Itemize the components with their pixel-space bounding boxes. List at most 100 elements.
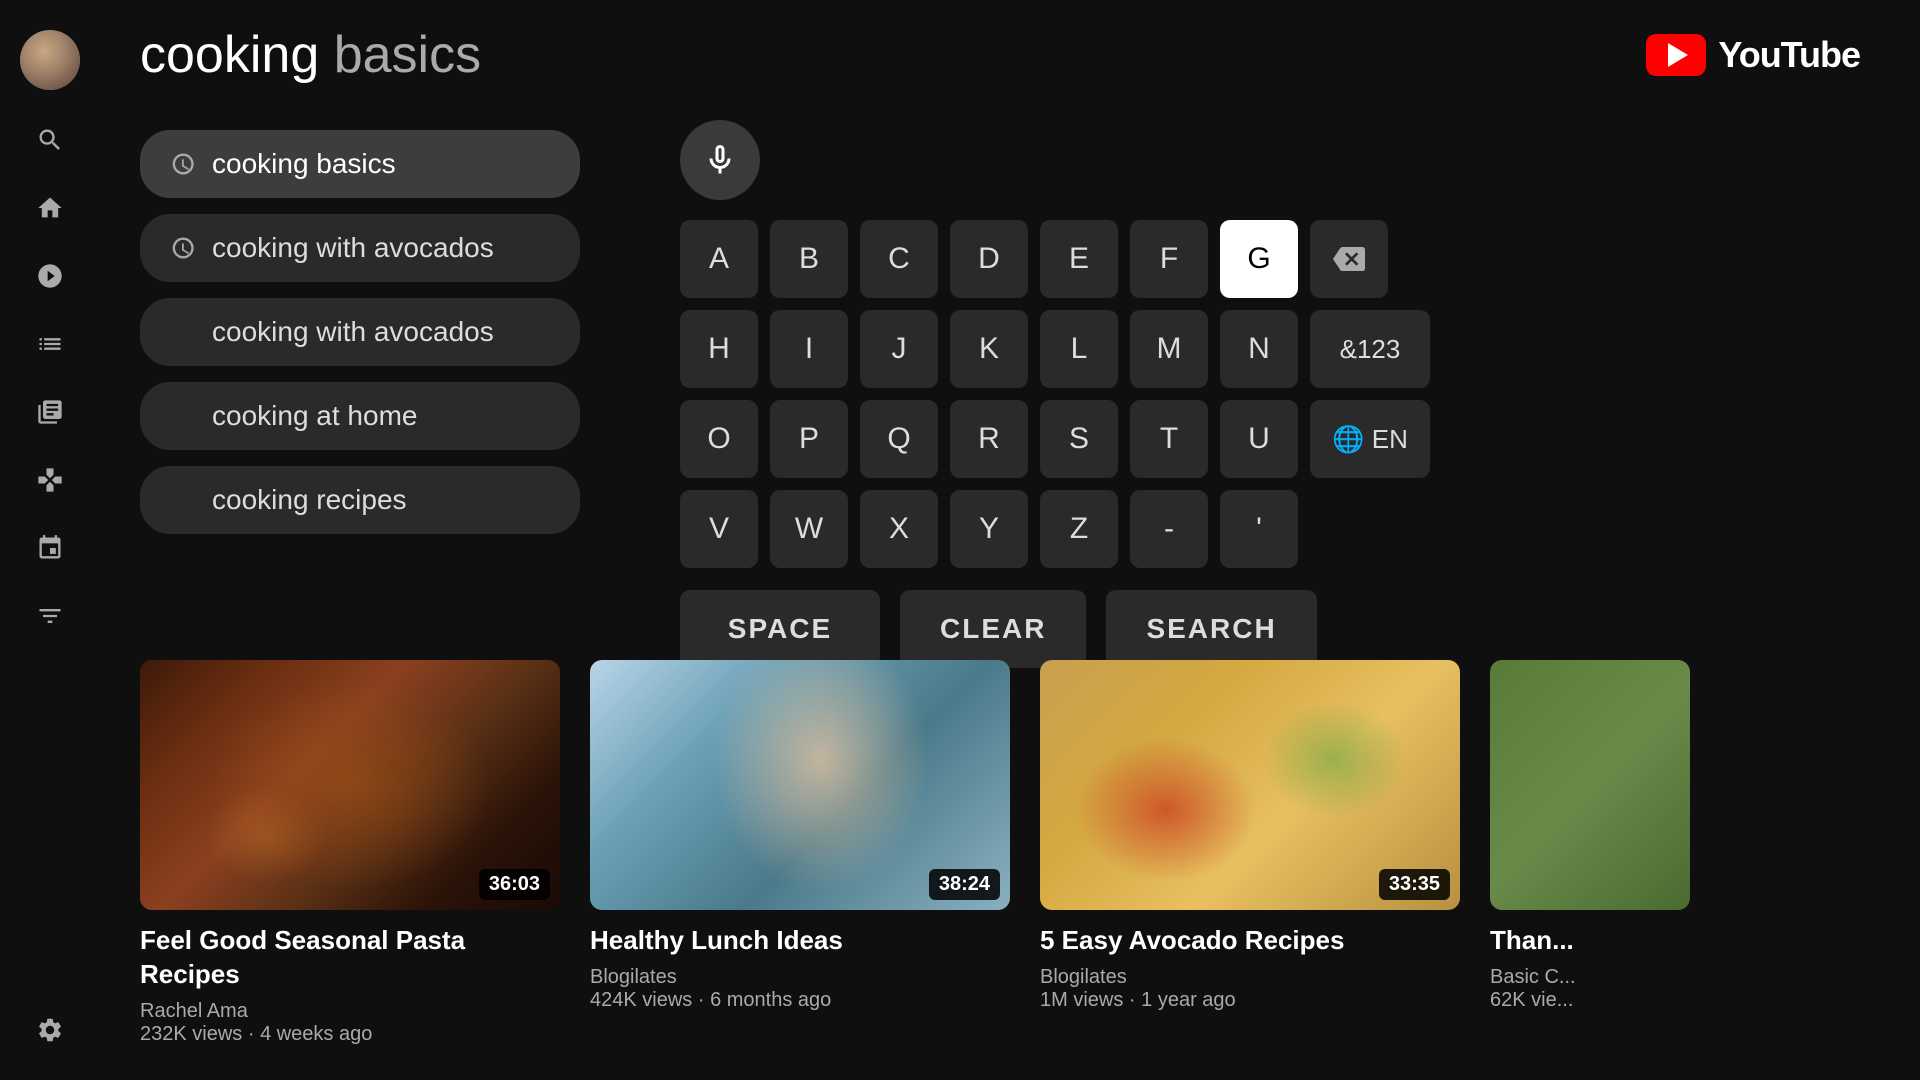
keyboard-row-2: H I J K L M N &123: [680, 310, 1860, 388]
suggestion-5[interactable]: cooking recipes: [140, 466, 580, 534]
video-title-1: Feel Good Seasonal Pasta Recipes: [140, 924, 560, 992]
key-D[interactable]: D: [950, 220, 1028, 298]
video-meta-4: Basic C... 62K vie...: [1490, 966, 1690, 1012]
key-Y[interactable]: Y: [950, 490, 1028, 568]
youtube-icon: [1646, 34, 1706, 76]
key-X[interactable]: X: [860, 490, 938, 568]
suggestion-2[interactable]: cooking with avocados: [140, 214, 580, 282]
key-clear[interactable]: CLEAR: [900, 590, 1086, 668]
video-channel-3: Blogilates: [1040, 966, 1127, 988]
video-thumb-2: 38:24: [590, 660, 1010, 910]
key-H[interactable]: H: [680, 310, 758, 388]
suggestion-4[interactable]: cooking at home: [140, 382, 580, 450]
youtube-label: YouTube: [1718, 34, 1860, 76]
key-T[interactable]: T: [1130, 400, 1208, 478]
key-space[interactable]: SPACE: [680, 590, 880, 668]
key-Q[interactable]: Q: [860, 400, 938, 478]
search-bold-part: cooking: [140, 26, 334, 84]
key-I[interactable]: I: [770, 310, 848, 388]
key-B[interactable]: B: [770, 220, 848, 298]
video-meta-1: Rachel Ama 232K views · 4 weeks ago: [140, 1000, 560, 1046]
sidebar-item-library[interactable]: [20, 382, 80, 442]
key-O[interactable]: O: [680, 400, 758, 478]
video-views-2: 424K views: [590, 989, 692, 1011]
sidebar-item-downloads[interactable]: [20, 518, 80, 578]
keyboard-action-row: SPACE CLEAR SEARCH: [680, 590, 1860, 668]
video-card-3[interactable]: 33:35 5 Easy Avocado Recipes Blogilates …: [1040, 660, 1460, 1050]
key-A[interactable]: A: [680, 220, 758, 298]
key-C[interactable]: C: [860, 220, 938, 298]
key-S[interactable]: S: [1040, 400, 1118, 478]
video-time-2: 6 months ago: [710, 989, 831, 1011]
sidebar: [0, 0, 100, 1080]
key-dash[interactable]: -: [1130, 490, 1208, 568]
youtube-logo: YouTube: [1646, 34, 1860, 76]
search-light-part: basics: [334, 26, 481, 84]
key-M[interactable]: M: [1130, 310, 1208, 388]
video-views-3: 1M views: [1040, 989, 1123, 1011]
video-views-4: 62K vie...: [1490, 989, 1573, 1011]
suggestion-1[interactable]: cooking basics: [140, 130, 580, 198]
videos-section: 36:03 Feel Good Seasonal Pasta Recipes R…: [100, 660, 1920, 1080]
video-thumb-1: 36:03: [140, 660, 560, 910]
video-title-3: 5 Easy Avocado Recipes: [1040, 924, 1460, 958]
key-K[interactable]: K: [950, 310, 1028, 388]
sidebar-item-queue[interactable]: [20, 314, 80, 374]
video-thumb-4: [1490, 660, 1690, 910]
sidebar-item-subscriptions[interactable]: [20, 586, 80, 646]
sidebar-item-home[interactable]: [20, 178, 80, 238]
key-apostrophe[interactable]: ': [1220, 490, 1298, 568]
avatar[interactable]: [20, 30, 80, 90]
key-J[interactable]: J: [860, 310, 938, 388]
video-info-4: Than... Basic C... 62K vie...: [1490, 910, 1690, 1012]
video-time-1: 4 weeks ago: [260, 1023, 372, 1045]
mic-row: [680, 120, 1860, 200]
video-card-2[interactable]: 38:24 Healthy Lunch Ideas Blogilates 424…: [590, 660, 1010, 1050]
key-Z[interactable]: Z: [1040, 490, 1118, 568]
mic-button[interactable]: [680, 120, 760, 200]
video-title-2: Healthy Lunch Ideas: [590, 924, 1010, 958]
key-language[interactable]: 🌐 EN: [1310, 400, 1430, 478]
video-info-3: 5 Easy Avocado Recipes Blogilates 1M vie…: [1040, 910, 1460, 1012]
keyboard: A B C D E F G H I J K L M N &123: [680, 220, 1860, 668]
key-E[interactable]: E: [1040, 220, 1118, 298]
video-meta-3: Blogilates 1M views · 1 year ago: [1040, 966, 1460, 1012]
video-card-4[interactable]: Than... Basic C... 62K vie...: [1490, 660, 1690, 1050]
key-R[interactable]: R: [950, 400, 1028, 478]
key-search[interactable]: SEARCH: [1106, 590, 1316, 668]
video-duration-2: 38:24: [929, 869, 1000, 900]
key-F[interactable]: F: [1130, 220, 1208, 298]
video-meta-2: Blogilates 424K views · 6 months ago: [590, 966, 1010, 1012]
video-channel-2: Blogilates: [590, 966, 677, 988]
video-info-1: Feel Good Seasonal Pasta Recipes Rachel …: [140, 910, 560, 1046]
video-card-1[interactable]: 36:03 Feel Good Seasonal Pasta Recipes R…: [140, 660, 560, 1050]
key-U[interactable]: U: [1220, 400, 1298, 478]
video-duration-3: 33:35: [1379, 869, 1450, 900]
suggestion-3[interactable]: cooking with avocados: [140, 298, 580, 366]
video-duration-1: 36:03: [479, 869, 550, 900]
sidebar-item-games[interactable]: [20, 450, 80, 510]
sidebar-item-settings[interactable]: [20, 1000, 80, 1060]
key-P[interactable]: P: [770, 400, 848, 478]
key-G[interactable]: G: [1220, 220, 1298, 298]
keyboard-row-3: O P Q R S T U 🌐 EN: [680, 400, 1860, 478]
key-W[interactable]: W: [770, 490, 848, 568]
sidebar-item-search[interactable]: [20, 110, 80, 170]
keyboard-row-4: V W X Y Z - ': [680, 490, 1860, 568]
video-info-2: Healthy Lunch Ideas Blogilates 424K view…: [590, 910, 1010, 1012]
video-time-3: 1 year ago: [1141, 989, 1236, 1011]
video-channel-1: Rachel Ama: [140, 1000, 248, 1022]
keyboard-row-1: A B C D E F G: [680, 220, 1860, 298]
video-title-4: Than...: [1490, 924, 1690, 958]
key-backspace[interactable]: [1310, 220, 1388, 298]
video-channel-4: Basic C...: [1490, 966, 1576, 988]
key-N[interactable]: N: [1220, 310, 1298, 388]
key-V[interactable]: V: [680, 490, 758, 568]
video-thumb-3: 33:35: [1040, 660, 1460, 910]
sidebar-item-play[interactable]: [20, 246, 80, 306]
key-L[interactable]: L: [1040, 310, 1118, 388]
header: cooking basics YouTube: [100, 0, 1920, 110]
key-numeric[interactable]: &123: [1310, 310, 1430, 388]
video-views-1: 232K views: [140, 1023, 242, 1045]
search-query: cooking basics: [140, 25, 481, 85]
